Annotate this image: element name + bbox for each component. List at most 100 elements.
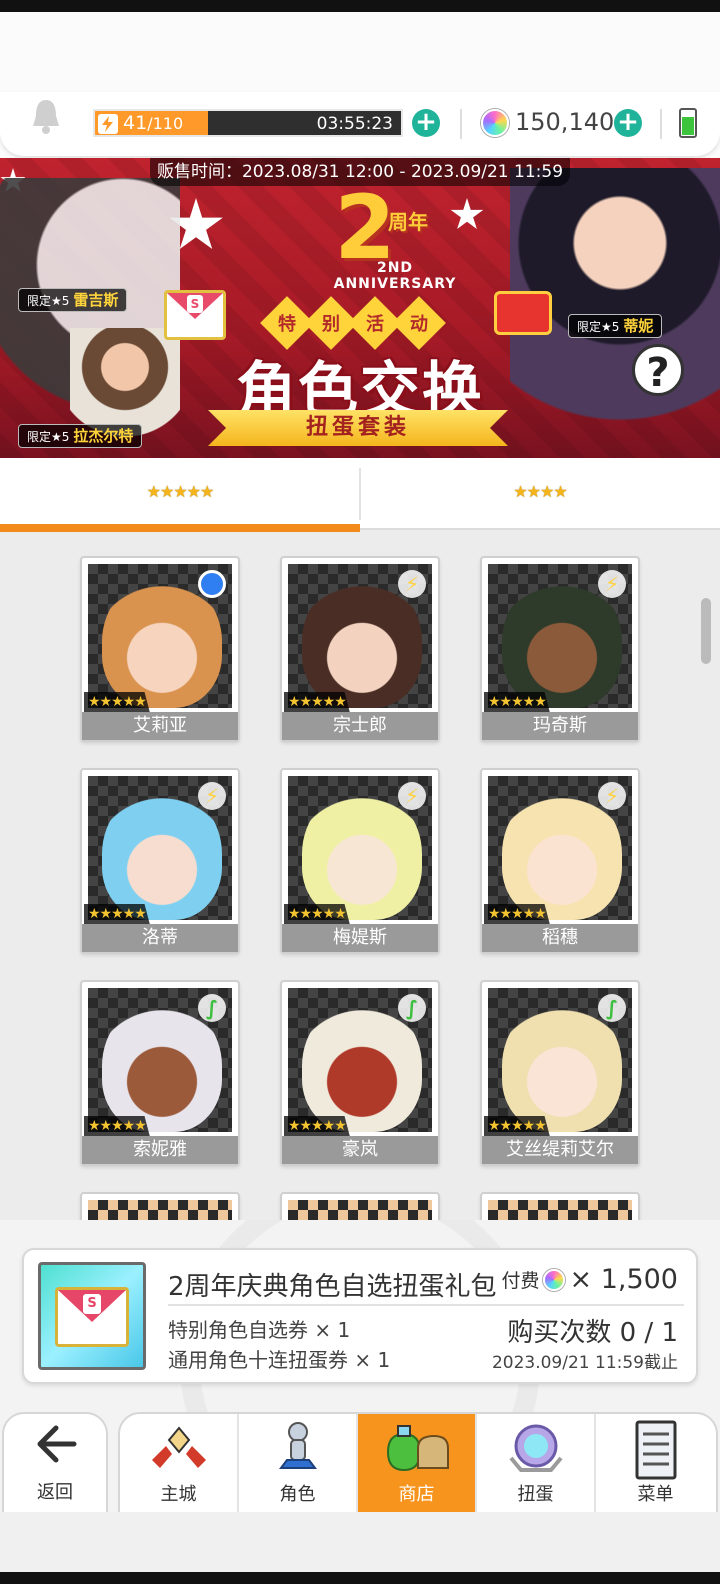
banner-ribbon: 扭蛋套装 (208, 410, 508, 446)
pack-item: 特别角色自选券 × 1 (168, 1318, 351, 1342)
gem-icon (543, 1268, 566, 1291)
character-portrait (88, 564, 232, 708)
nav-item-gacha[interactable]: 扭蛋 (477, 1414, 596, 1514)
character-card[interactable]: ⚡ ★★★★★ 玛奇斯 (480, 556, 640, 742)
limit-tag-rajelt: 限定★5 拉杰尔特 (18, 424, 143, 448)
rarity-stars: ★★★★★ (84, 692, 150, 712)
battery-icon (679, 108, 697, 138)
purchase-count: 购买次数 0 / 1 (507, 1318, 678, 1348)
nav-item-shop[interactable]: 商店 (358, 1414, 477, 1514)
gem-icon (481, 109, 509, 137)
wind-element-icon: ∫ (598, 994, 626, 1022)
character-portrait: ⚡ (488, 564, 632, 708)
light-element-icon: ⚡ (398, 570, 426, 598)
ticket-icon (494, 291, 552, 335)
rarity-stars: ★★★★★ (284, 904, 350, 924)
nav-item-character[interactable]: 角色 (239, 1414, 358, 1514)
character-card[interactable]: ∫ ★★★★★ 索妮雅 (80, 980, 240, 1166)
stamina-timer: 03:55:23 (316, 114, 393, 134)
tab-five-star[interactable]: ★★★★★ (0, 458, 360, 532)
tab-four-star[interactable]: ★★★★ (360, 458, 720, 530)
wind-element-icon: ∫ (198, 994, 226, 1022)
character-card[interactable]: ⚡ ★★★★★ 宗士郎 (280, 556, 440, 742)
nav-label: 商店 (398, 1484, 435, 1505)
price-label: 付费 (501, 1270, 540, 1292)
light-element-icon: ⚡ (598, 570, 626, 598)
character-name: 豪岚 (282, 1136, 438, 1164)
rarity-tabs: ★★★★★ ★★★★ (0, 458, 720, 532)
stamina-value: 41/110 (123, 112, 183, 134)
water-element-icon (198, 570, 226, 598)
character-card[interactable] (280, 1192, 440, 1220)
wind-element-icon: ∫ (398, 994, 426, 1022)
character-name: 洛蒂 (82, 924, 238, 952)
limit-tag-tini: 限定★5 蒂妮 (568, 314, 663, 338)
rarity-stars: ★★★★★ (484, 692, 550, 712)
bottom-nav: 返回 主城 角色 商店 扭蛋 菜单 (0, 1406, 720, 1516)
nav-item-menu[interactable]: 菜单 (596, 1414, 715, 1514)
menu-icon (621, 1418, 691, 1480)
add-stamina-button[interactable]: + (412, 109, 440, 137)
purchase-panel[interactable]: 2周年庆典角色自选扭蛋礼包 付费 × 1,500 特别角色自选券 × 1 通用角… (22, 1248, 698, 1384)
character-portrait: ∫ (488, 988, 632, 1132)
stamina-bar: 41/110 03:55:23 (93, 109, 403, 137)
character-grid: ★★★★★ 艾莉亚 ⚡ ★★★★★ 宗士郎 ⚡ ★★★★★ 玛奇斯 ⚡ ★★★★★ 洛蒂 ⚡ ★★★★★… (0, 530, 720, 1220)
character-card[interactable]: ∫ ★★★★★ 艾丝缇莉艾尔 (480, 980, 640, 1166)
castle-icon (144, 1418, 214, 1480)
stamina-max: 110 (152, 114, 184, 133)
rarity-stars: ★★★★★ (284, 692, 350, 712)
divider (168, 1304, 684, 1306)
tab-label: ★★★★ (513, 482, 567, 501)
character-name: 艾莉亚 (82, 712, 238, 740)
rarity-stars: ★★★★★ (84, 1116, 150, 1136)
envelope-icon (164, 290, 226, 340)
tab-label: ★★★★★ (146, 482, 215, 501)
nav-label: 扭蛋 (517, 1484, 554, 1505)
back-arrow-icon (34, 1422, 78, 1477)
bottom-strip (0, 1512, 720, 1572)
event-tags: 特 别 活 动 (260, 296, 446, 350)
character-portrait (288, 1200, 432, 1220)
character-name: 宗士郎 (282, 712, 438, 740)
gem-count: 150,140 (515, 108, 615, 136)
character-card[interactable] (80, 1192, 240, 1220)
price-amount: × 1,500 (569, 1264, 678, 1295)
scrollbar[interactable] (701, 598, 711, 664)
light-element-icon: ⚡ (198, 782, 226, 810)
character-card[interactable]: ∫ ★★★★★ 豪岚 (280, 980, 440, 1166)
character-card[interactable]: ⚡ ★★★★★ 稻穗 (480, 768, 640, 954)
character-portrait: ⚡ (88, 776, 232, 920)
bell-icon[interactable] (30, 96, 62, 136)
nav-label: 角色 (279, 1484, 316, 1505)
character-card[interactable]: ⚡ ★★★★★ 洛蒂 (80, 768, 240, 954)
pack-title: 2周年庆典角色自选扭蛋礼包 (168, 1272, 497, 1302)
gacha-icon (501, 1418, 571, 1480)
character-card[interactable]: ⚡ ★★★★★ 梅媞斯 (280, 768, 440, 954)
anniversary-number: 2 (334, 176, 396, 279)
anniversary-zhounian: 周年 (388, 210, 428, 234)
character-card[interactable] (480, 1192, 640, 1220)
rarity-stars: ★★★★★ (484, 904, 550, 924)
deadline: 2023.09/21 11:59截止 (491, 1353, 678, 1373)
character-portrait: ⚡ (488, 776, 632, 920)
back-button[interactable]: 返回 (2, 1412, 108, 1516)
nav-item-castle[interactable]: 主城 (120, 1414, 239, 1514)
light-element-icon: ⚡ (398, 782, 426, 810)
help-button[interactable]: ? (632, 344, 684, 396)
limit-tag-regis: 限定★5 雷吉斯 (18, 288, 128, 312)
character-name: 梅媞斯 (282, 924, 438, 952)
character-portrait: ∫ (288, 988, 432, 1132)
character-icon (263, 1418, 333, 1480)
shop-icon (382, 1418, 452, 1480)
anniversary-logo: 2 周年 2ND ANNIVERSARY (270, 176, 460, 293)
nav-label: 主城 (160, 1484, 197, 1505)
light-element-icon: ⚡ (598, 782, 626, 810)
stamina-bolt-icon (98, 114, 118, 134)
navigation-bar (0, 1572, 720, 1584)
divider (460, 109, 462, 139)
character-card[interactable]: ★★★★★ 艾莉亚 (80, 556, 240, 742)
character-name: 稻穗 (482, 924, 638, 952)
add-gem-button[interactable]: + (614, 109, 642, 137)
event-banner[interactable]: 贩售时间：2023.08/31 12:00 - 2023.09/21 11:59… (0, 158, 720, 458)
character-portrait (88, 1200, 232, 1220)
